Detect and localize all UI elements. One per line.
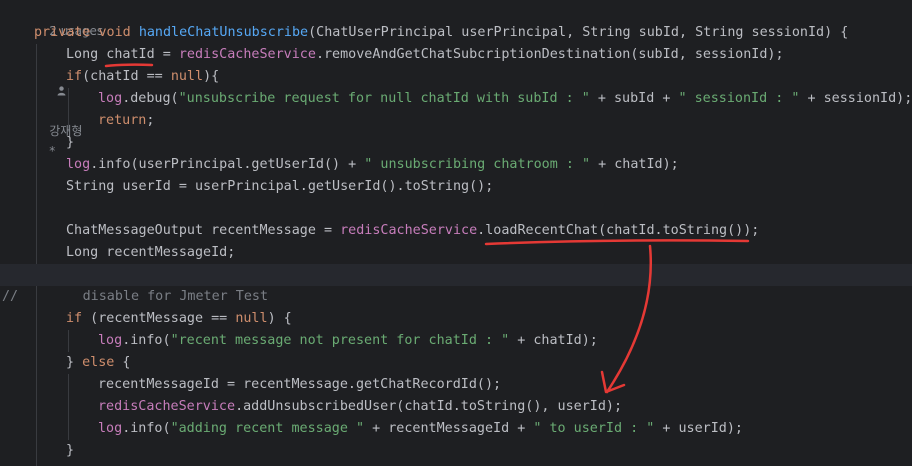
code-text: + subId +: [589, 91, 679, 106]
code-text: (ChatUserPrincipal userPrincipal, String…: [308, 25, 849, 40]
code-text: .addUnsubscribedUser(chatId.toString(), …: [235, 399, 623, 414]
code-text: String userId = userPrincipal.getUserId(…: [66, 179, 494, 194]
code-line[interactable]: String userId = userPrincipal.getUserId(…: [66, 176, 493, 198]
string-literal: " to userId : ": [533, 421, 655, 436]
method-name: handleChatUnsubscribe: [138, 25, 309, 40]
field-reference: log: [98, 333, 123, 348]
code-text: recentMessageId = recentMessage.getChatR…: [98, 377, 502, 392]
code-editor[interactable]: 2 usages 강재형 * private void handleChatUn…: [0, 0, 912, 466]
current-line-highlight: [0, 264, 912, 286]
code-text: .debug(: [122, 91, 179, 106]
field-reference: redisCacheService: [340, 223, 478, 238]
field-reference: log: [66, 157, 91, 172]
keyword: private: [34, 25, 91, 40]
keyword: if: [66, 311, 83, 326]
code-line[interactable]: ChatMessageOutput recentMessage = redisC…: [66, 220, 759, 242]
keyword: else: [82, 355, 115, 370]
code-line[interactable]: return;: [98, 110, 154, 132]
string-literal: " unsubscribing chatroom : ": [364, 157, 591, 172]
field-reference: log: [98, 421, 123, 436]
code-text: + userId);: [654, 421, 743, 436]
code-text: .info(: [122, 421, 171, 436]
code-line[interactable]: log.info(userPrincipal.getUserId() + " u…: [66, 154, 679, 176]
code-text: }: [66, 355, 83, 370]
code-text: .info(userPrincipal.getUserId() +: [90, 157, 365, 172]
code-line[interactable]: }: [66, 440, 74, 462]
string-literal: "adding recent message ": [170, 421, 365, 436]
code-text: (recentMessage ==: [82, 311, 236, 326]
code-line[interactable]: log.info("adding recent message " + rece…: [98, 418, 743, 440]
code-line[interactable]: // disable for Jmeter Test: [2, 286, 268, 308]
keyword: if: [66, 69, 83, 84]
code-text: .info(: [122, 333, 171, 348]
code-line[interactable]: if(chatId == null){: [66, 66, 219, 88]
code-text: + recentMessageId +: [364, 421, 534, 436]
indent-guide: [68, 330, 69, 352]
inlay-hints[interactable]: 2 usages 강재형 *: [34, 1, 103, 158]
code-text: + chatId);: [590, 157, 679, 172]
code-text: }: [66, 443, 75, 458]
field-reference: redisCacheService: [98, 399, 236, 414]
keyword: null: [170, 69, 204, 84]
code-text: Long chatId =: [66, 47, 179, 62]
code-text: + sessionId);: [799, 91, 912, 106]
field-reference: redisCacheService: [178, 47, 316, 62]
code-line[interactable]: log.info("recent message not present for…: [98, 330, 598, 352]
string-literal: "recent message not present for chatId :…: [170, 333, 510, 348]
string-literal: "unsubscribe request for null chatId wit…: [178, 91, 590, 106]
code-text: .loadRecentChat(chatId.toString());: [477, 223, 760, 238]
code-text: .removeAndGetChatSubcriptionDestination(…: [315, 47, 784, 62]
keyword: null: [235, 311, 268, 326]
code-line[interactable]: Long chatId = redisCacheService.removeAn…: [66, 44, 784, 66]
code-line[interactable]: } else {: [66, 352, 131, 374]
code-text: ){: [203, 69, 220, 84]
person-icon: [34, 84, 66, 118]
code-line[interactable]: if (recentMessage == null) {: [66, 308, 292, 330]
code-text: + chatId);: [509, 333, 598, 348]
code-text: }: [66, 135, 75, 150]
code-text: {: [114, 355, 131, 370]
comment: // disable for Jmeter Test: [2, 289, 269, 304]
code-line[interactable]: log.debug("unsubscribe request for null …: [98, 88, 912, 110]
connector-arrowhead: [600, 370, 626, 394]
string-literal: " sessionId : ": [678, 91, 800, 106]
code-text: (chatId ==: [82, 69, 171, 84]
indent-guide: [68, 374, 69, 440]
code-line[interactable]: }: [66, 132, 74, 154]
code-line[interactable]: Long recentMessageId;: [66, 242, 235, 264]
code-line[interactable]: private void handleChatUnsubscribe(ChatU…: [34, 22, 848, 44]
code-text: ;: [146, 113, 155, 128]
keyword: return: [98, 113, 147, 128]
code-line[interactable]: recentMessageId = recentMessage.getChatR…: [98, 374, 501, 396]
code-line[interactable]: redisCacheService.addUnsubscribedUser(ch…: [98, 396, 622, 418]
field-reference: log: [98, 91, 123, 106]
author-suffix: *: [49, 144, 56, 158]
keyword: void: [98, 25, 131, 40]
code-text: Long recentMessageId;: [66, 245, 236, 260]
code-text: ChatMessageOutput recentMessage =: [66, 223, 341, 238]
code-text: ) {: [267, 311, 292, 326]
